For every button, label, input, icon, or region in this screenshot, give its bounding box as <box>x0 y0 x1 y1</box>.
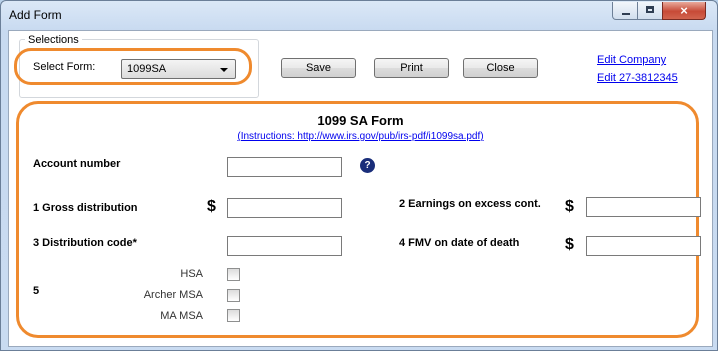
fmv-dollar-sign: $ <box>565 236 574 253</box>
minimize-button[interactable] <box>612 2 638 20</box>
chevron-down-icon <box>220 68 228 72</box>
window-close-button[interactable]: × <box>662 2 706 20</box>
ma-msa-label: MA MSA <box>160 310 203 322</box>
window-title: Add Form <box>9 8 62 22</box>
title-bar[interactable]: Add Form × <box>1 1 717 30</box>
earnings-excess-field[interactable] <box>586 197 701 217</box>
select-form-value: 1099SA <box>127 63 167 75</box>
add-form-window: Add Form × Selections Select Form: 1099S… <box>0 0 718 351</box>
box5-label: 5 <box>33 285 40 297</box>
gross-distribution-label: 1 Gross distribution <box>33 202 138 214</box>
save-button[interactable]: Save <box>281 58 356 78</box>
form-client-area: Selections Select Form: 1099SA Save Prin… <box>8 30 713 347</box>
earnings-dollar-sign: $ <box>565 198 574 215</box>
close-button[interactable]: Close <box>463 58 538 78</box>
archer-msa-checkbox[interactable] <box>227 289 240 302</box>
archer-msa-label: Archer MSA <box>143 289 203 301</box>
gross-dollar-sign: $ <box>207 198 216 215</box>
distribution-code-field[interactable] <box>227 236 342 256</box>
help-icon[interactable]: ? <box>360 158 375 173</box>
ma-msa-checkbox[interactable] <box>227 309 240 322</box>
fmv-date-of-death-field[interactable] <box>586 236 701 256</box>
form-title: 1099 SA Form <box>317 113 404 128</box>
instructions-link[interactable]: (Instructions: http://www.irs.gov/pub/ir… <box>9 131 712 142</box>
select-form-label: Select Form: <box>33 61 96 73</box>
fmv-date-of-death-label: 4 FMV on date of death <box>399 237 520 249</box>
maximize-icon <box>646 6 654 13</box>
print-button[interactable]: Print <box>374 58 449 78</box>
close-icon: × <box>680 3 688 18</box>
account-number-field[interactable] <box>227 157 342 177</box>
minimize-icon <box>622 13 630 15</box>
distribution-code-label: 3 Distribution code* <box>33 237 137 249</box>
hsa-label: HSA <box>180 268 203 280</box>
select-form-dropdown[interactable]: 1099SA <box>121 59 236 79</box>
selections-group-label: Selections <box>25 34 82 46</box>
maximize-button[interactable] <box>637 2 663 20</box>
account-number-label: Account number <box>33 158 121 170</box>
earnings-excess-label: 2 Earnings on excess cont. <box>399 198 541 210</box>
gross-distribution-field[interactable] <box>227 198 342 218</box>
hsa-checkbox[interactable] <box>227 268 240 281</box>
edit-id-link[interactable]: Edit 27-3812345 <box>597 72 678 84</box>
edit-company-link[interactable]: Edit Company <box>597 54 666 66</box>
